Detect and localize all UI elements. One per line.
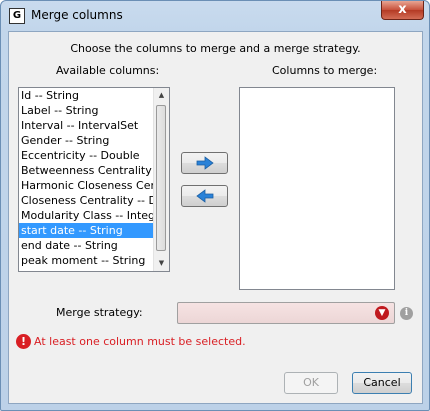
list-item[interactable]: Closeness Centrality -- Doul <box>19 193 154 208</box>
list-item[interactable]: Modularity Class -- Integer <box>19 208 154 223</box>
list-item[interactable]: Label -- String <box>19 103 154 118</box>
merge-strategy-dropdown[interactable]: ▼ <box>177 302 395 324</box>
error-message: At least one column must be selected. <box>34 335 246 348</box>
error-icon: ! <box>16 334 31 349</box>
dropdown-arrow-icon[interactable]: ▼ <box>375 306 389 320</box>
vertical-scrollbar[interactable]: ▲ ▼ <box>153 88 169 271</box>
available-columns-items: Id -- String Label -- String Interval -- I… <box>19 88 154 268</box>
available-columns-list[interactable]: Id -- String Label -- String Interval -- I… <box>18 87 170 272</box>
ok-button[interactable]: OK <box>284 372 338 394</box>
app-icon: G <box>9 8 25 24</box>
merge-columns-dialog: G Merge columns x Choose the columns to … <box>0 0 430 411</box>
info-icon[interactable]: i <box>400 307 413 320</box>
window-title: Merge columns <box>31 8 123 22</box>
list-item[interactable]: peak moment -- String <box>19 253 154 268</box>
remove-from-merge-button[interactable] <box>181 185 228 207</box>
columns-to-merge-header: Columns to merge: <box>272 64 378 77</box>
list-item[interactable]: Betweenness Centrality -- D <box>19 163 154 178</box>
merge-strategy-label: Merge strategy: <box>56 306 143 319</box>
add-to-merge-button[interactable] <box>181 152 228 174</box>
list-item[interactable]: end date -- String <box>19 238 154 253</box>
available-columns-header: Available columns: <box>56 64 160 77</box>
dialog-body: Choose the columns to merge and a merge … <box>8 31 423 404</box>
list-item[interactable]: start date -- String <box>19 223 154 238</box>
cancel-button[interactable]: Cancel <box>352 372 412 394</box>
scroll-thumb[interactable] <box>156 105 166 251</box>
list-item[interactable]: Harmonic Closeness Central <box>19 178 154 193</box>
scroll-down-arrow-icon[interactable]: ▼ <box>154 256 169 271</box>
list-item[interactable]: Id -- String <box>19 88 154 103</box>
list-item[interactable]: Interval -- IntervalSet <box>19 118 154 133</box>
instruction-text: Choose the columns to merge and a merge … <box>70 42 361 55</box>
columns-to-merge-list[interactable] <box>239 87 395 290</box>
list-item[interactable]: Eccentricity -- Double <box>19 148 154 163</box>
close-button[interactable]: x <box>381 1 424 20</box>
list-item[interactable]: Gender -- String <box>19 133 154 148</box>
title-bar: G Merge columns x <box>1 1 429 31</box>
scroll-up-arrow-icon[interactable]: ▲ <box>154 88 169 103</box>
arrow-right-icon <box>196 156 214 170</box>
arrow-left-icon <box>196 189 214 203</box>
